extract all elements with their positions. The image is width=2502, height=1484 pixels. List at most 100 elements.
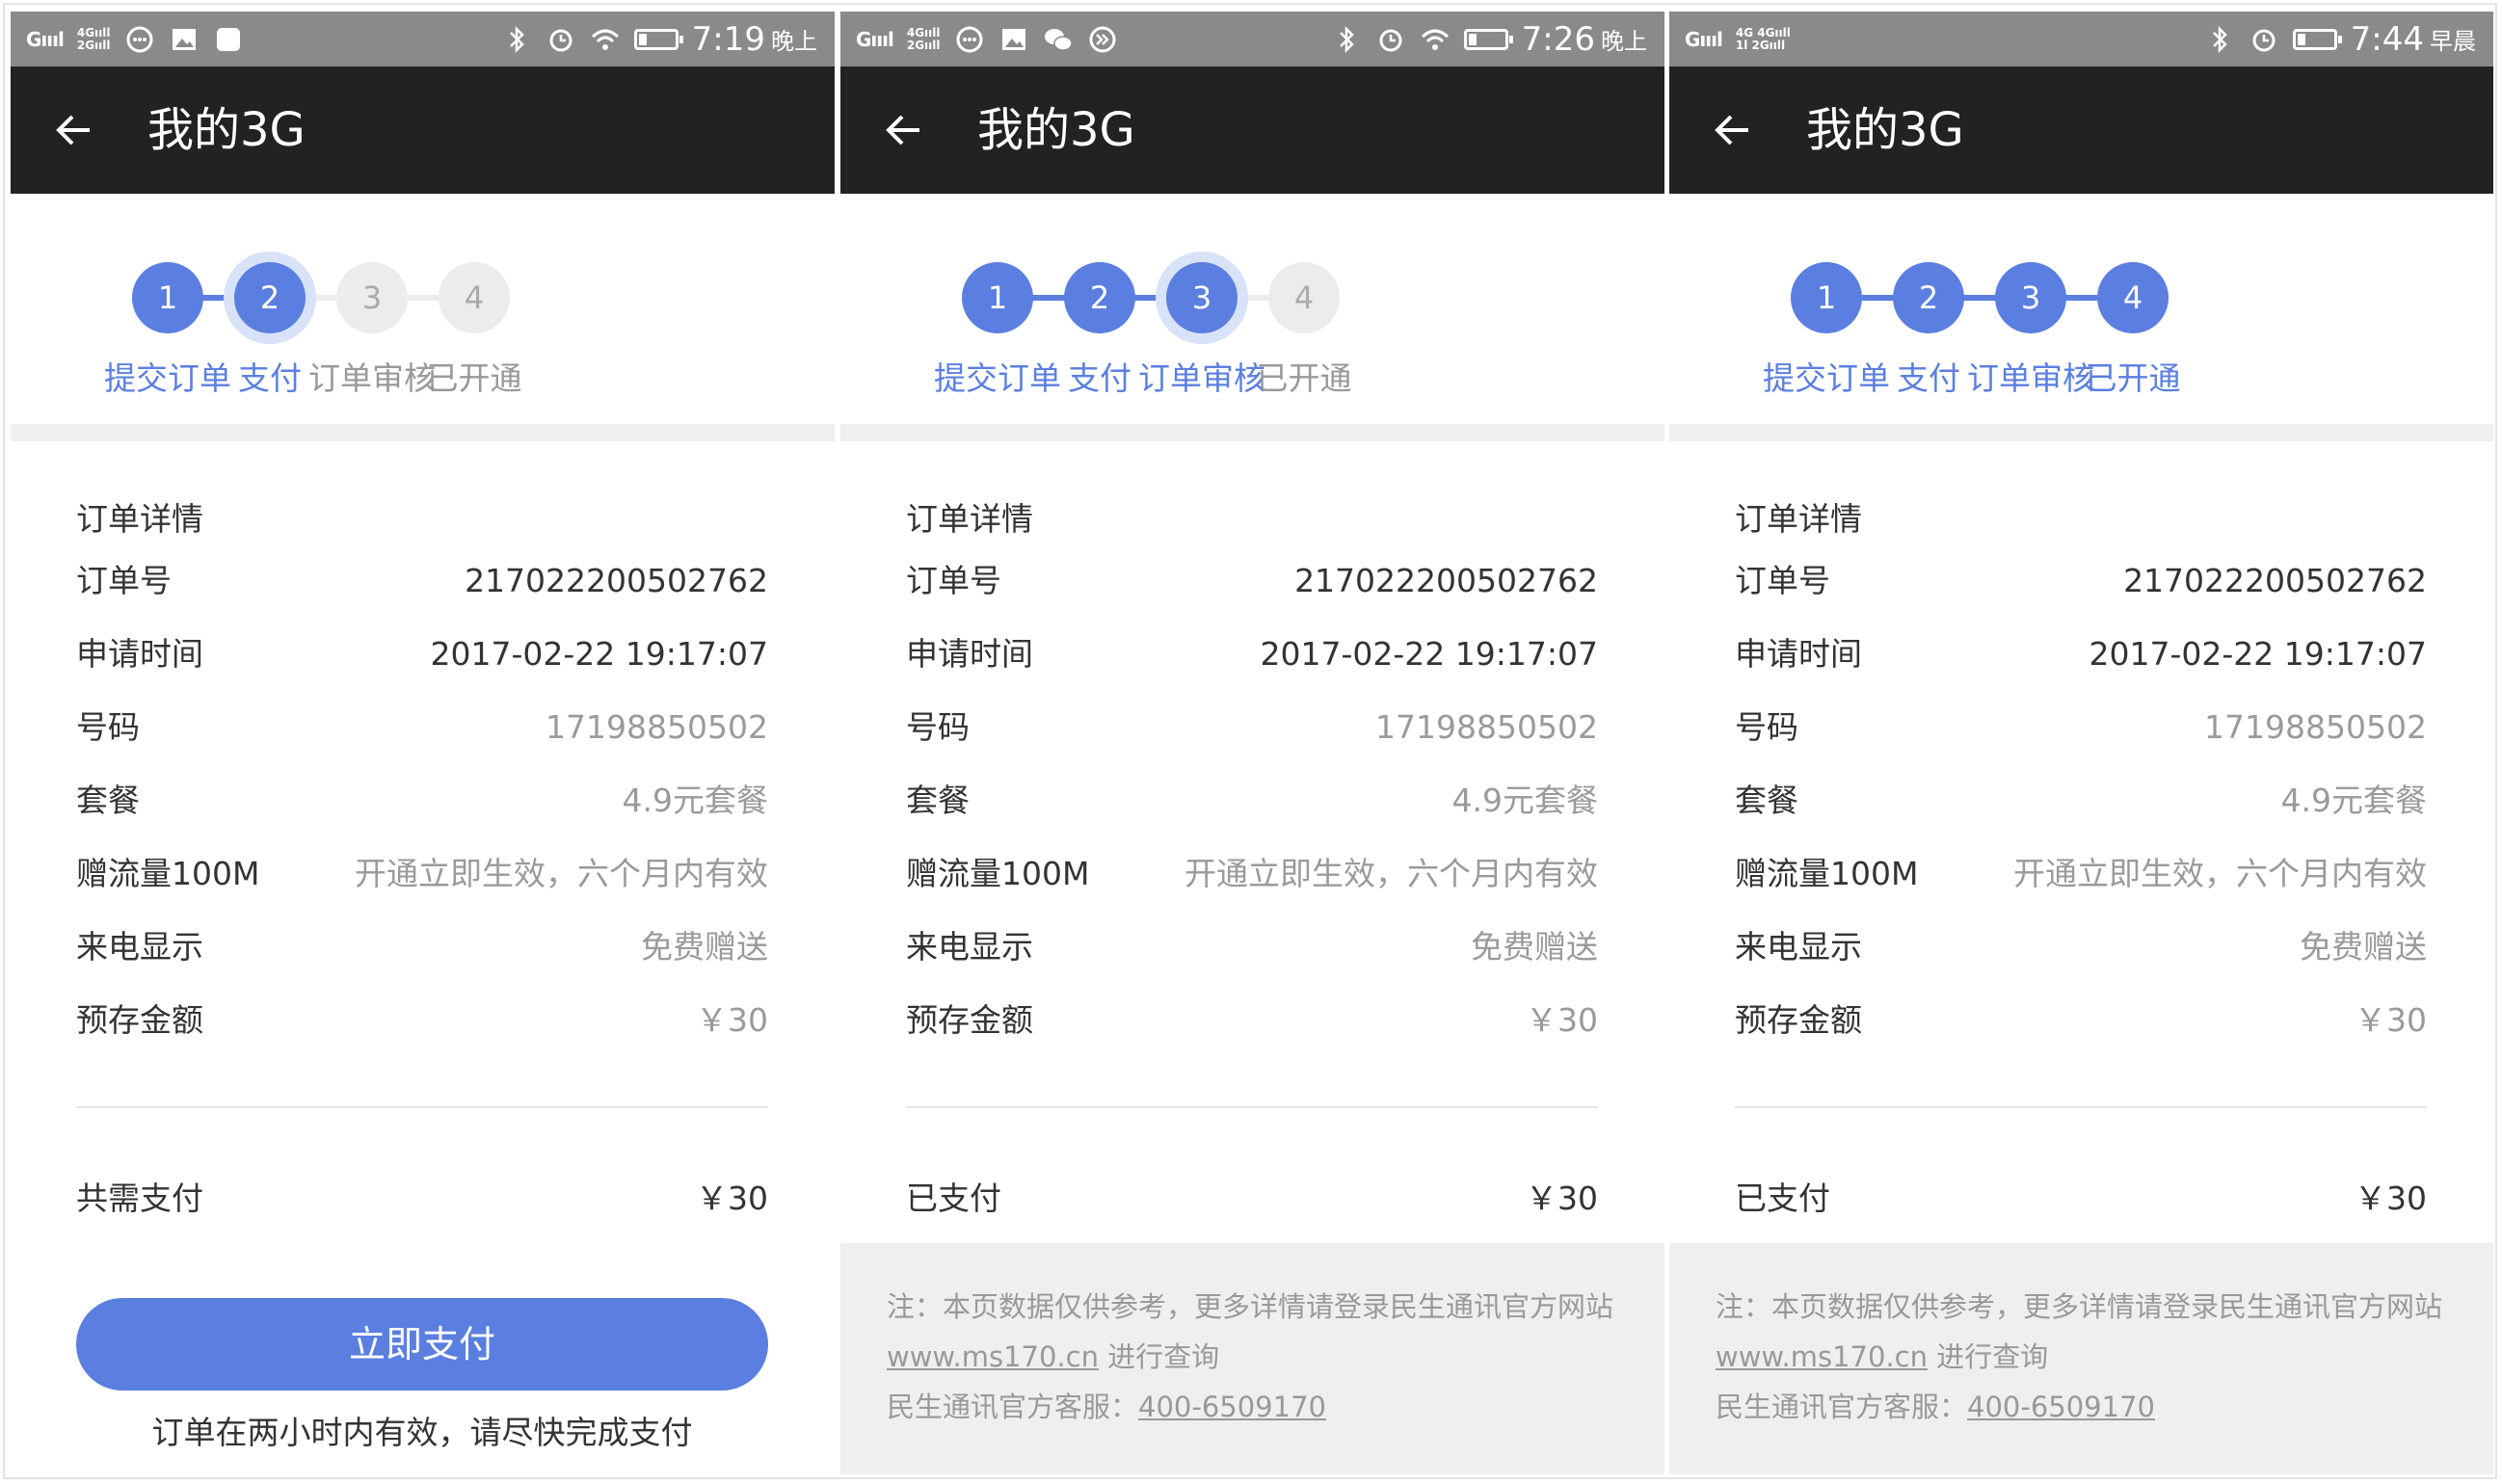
section-divider [1669, 424, 2493, 441]
step-circle-4: 4 [439, 262, 510, 333]
app-square-icon [213, 24, 244, 55]
step-label: 已开通 [426, 359, 522, 397]
step-circle-3: 3 [1166, 262, 1238, 333]
back-arrow-icon[interactable] [49, 105, 99, 155]
detail-row: 预存金额 ￥30 [76, 1001, 768, 1039]
total-row: 已支付 ￥30 [906, 1179, 1598, 1217]
status-bar: Gıııl 4Gııll 2Gııll [11, 12, 835, 66]
status-ampm: 晚上 [771, 28, 817, 55]
alarm-clock-icon [1375, 24, 1406, 55]
detail-row: 套餐 4.9元套餐 [1735, 782, 2427, 819]
notice-box: 注：本页数据仅供参考，更多详情请登录民生通讯官方网站 www.ms170.cn … [840, 1243, 1664, 1474]
row-divider [1735, 1106, 2427, 1108]
status-ampm: 晚上 [1601, 28, 1647, 55]
battery-icon [633, 28, 683, 50]
notice-box: 注：本页数据仅供参考，更多详情请登录民生通讯官方网站 www.ms170.cn … [1669, 1243, 2493, 1474]
detail-row: 申请时间 2017-02-22 19:17:07 [906, 635, 1598, 673]
service-line: 民生通讯官方客服：400-6509170 [887, 1391, 1326, 1423]
progress-stepper: 1 2 3 4 提交订单 支付 订单审核 已开通 [11, 194, 835, 420]
total-row: 共需支付 ￥30 [76, 1179, 768, 1217]
bluetooth-off-icon [2204, 24, 2235, 55]
step-circle-1: 1 [962, 262, 1033, 333]
step-label: 已开通 [1256, 359, 1352, 397]
battery-icon [2292, 28, 2342, 50]
detail-row: 订单号 217022200502762 [906, 562, 1598, 599]
phone-screen-review: Gıııl 4Gııll 2Gııll 7:26 晚上 我的3G 1 2 3 4… [840, 12, 1664, 1474]
detail-row: 来电显示 免费赠送 [1735, 928, 2427, 966]
image-icon [998, 24, 1029, 55]
detail-row: 号码 17198850502 [906, 708, 1598, 746]
back-arrow-icon[interactable] [1708, 105, 1758, 155]
step-circle-1: 1 [1791, 262, 1862, 333]
alarm-clock-icon [2249, 24, 2279, 55]
order-details-title: 订单详情 [76, 500, 203, 538]
network-type-indicator: 4G 4Gııll 1l 2Gııll [1735, 25, 1791, 52]
detail-row: 来电显示 免费赠送 [906, 928, 1598, 966]
page-title: 我的3G [977, 103, 1135, 157]
website-link[interactable]: www.ms170.cn [887, 1340, 1099, 1373]
battery-icon [1463, 28, 1513, 50]
phone-screen-payment: Gıııl 4Gııll 2Gııll 7:19 晚上 我的3G 1 2 3 4… [11, 12, 835, 1474]
step-circle-2: 2 [234, 262, 306, 333]
page-title: 我的3G [1806, 103, 1964, 157]
back-arrow-icon[interactable] [879, 105, 929, 155]
status-bar: Gıııl 4G 4Gııll 1l 2Gııll 7:44 早晨 [1669, 12, 2493, 66]
status-time: 7:44 [2350, 19, 2424, 59]
step-circle-1: 1 [132, 262, 203, 333]
progress-stepper: 1 2 3 4 提交订单 支付 订单审核 已开通 [1669, 194, 2493, 420]
notice-text: 注：本页数据仅供参考，更多详情请登录民生通讯官方网站 [887, 1290, 1614, 1323]
chat-bubble-icon [954, 24, 985, 55]
status-bar: Gıııl 4Gııll 2Gııll [840, 12, 1664, 66]
app-toolbar: 我的3G [840, 66, 1664, 194]
step-label: 已开通 [2085, 359, 2181, 397]
network-type-indicator: 4Gııll 2Gııll [906, 25, 941, 52]
step-circle-3: 3 [1995, 262, 2066, 333]
detail-row: 赠流量100M 开通立即生效，六个月内有效 [906, 855, 1598, 892]
bluetooth-off-icon [1331, 24, 1362, 55]
row-divider [76, 1106, 768, 1108]
chat-bubble-icon [124, 24, 155, 55]
detail-row: 赠流量100M 开通立即生效，六个月内有效 [76, 855, 768, 892]
bluetooth-off-icon [501, 24, 532, 55]
total-row: 已支付 ￥30 [1735, 1179, 2427, 1217]
step-circle-4: 4 [2097, 262, 2169, 333]
wechat-icon [1043, 24, 1074, 55]
section-divider [11, 424, 835, 441]
alarm-clock-icon [546, 24, 576, 55]
signal-icon: Gıııl [1685, 27, 1723, 51]
page-title: 我的3G [147, 103, 306, 157]
detail-row: 预存金额 ￥30 [906, 1001, 1598, 1039]
step-circle-3: 3 [336, 262, 408, 333]
pay-now-button[interactable]: 立即支付 [76, 1298, 768, 1391]
status-ampm: 早晨 [2430, 28, 2476, 55]
progress-stepper: 1 2 3 4 提交订单 支付 订单审核 已开通 [840, 194, 1664, 420]
order-details-title: 订单详情 [906, 500, 1033, 538]
detail-row: 预存金额 ￥30 [1735, 1001, 2427, 1039]
service-phone-link[interactable]: 400-6509170 [1138, 1391, 1326, 1423]
step-circle-2: 2 [1064, 262, 1135, 333]
website-link[interactable]: www.ms170.cn [1716, 1340, 1928, 1373]
section-divider [840, 424, 1664, 441]
detail-row: 申请时间 2017-02-22 19:17:07 [1735, 635, 2427, 673]
signal-icon: Gıııl [26, 27, 65, 51]
service-phone-link[interactable]: 400-6509170 [1967, 1391, 2155, 1423]
detail-row: 申请时间 2017-02-22 19:17:07 [76, 635, 768, 673]
image-icon [169, 24, 200, 55]
step-circle-2: 2 [1893, 262, 1964, 333]
detail-row: 套餐 4.9元套餐 [906, 782, 1598, 819]
detail-row: 号码 17198850502 [76, 708, 768, 746]
forward-circle-icon [1087, 24, 1118, 55]
row-divider [906, 1106, 1598, 1108]
phone-screen-activated: Gıııl 4G 4Gııll 1l 2Gııll 7:44 早晨 我的3G 1… [1669, 12, 2493, 1474]
detail-row: 套餐 4.9元套餐 [76, 782, 768, 819]
notice-text: 注：本页数据仅供参考，更多详情请登录民生通讯官方网站 [1716, 1290, 2443, 1323]
order-details-title: 订单详情 [1735, 500, 1862, 538]
wifi-icon [590, 24, 621, 55]
notice-link-line: www.ms170.cn 进行查询 [1716, 1340, 2049, 1373]
wifi-icon [1420, 24, 1451, 55]
detail-row: 订单号 217022200502762 [1735, 562, 2427, 599]
detail-row: 订单号 217022200502762 [76, 562, 768, 599]
app-toolbar: 我的3G [11, 66, 835, 194]
signal-icon: Gıııl [856, 27, 894, 51]
detail-row: 赠流量100M 开通立即生效，六个月内有效 [1735, 855, 2427, 892]
